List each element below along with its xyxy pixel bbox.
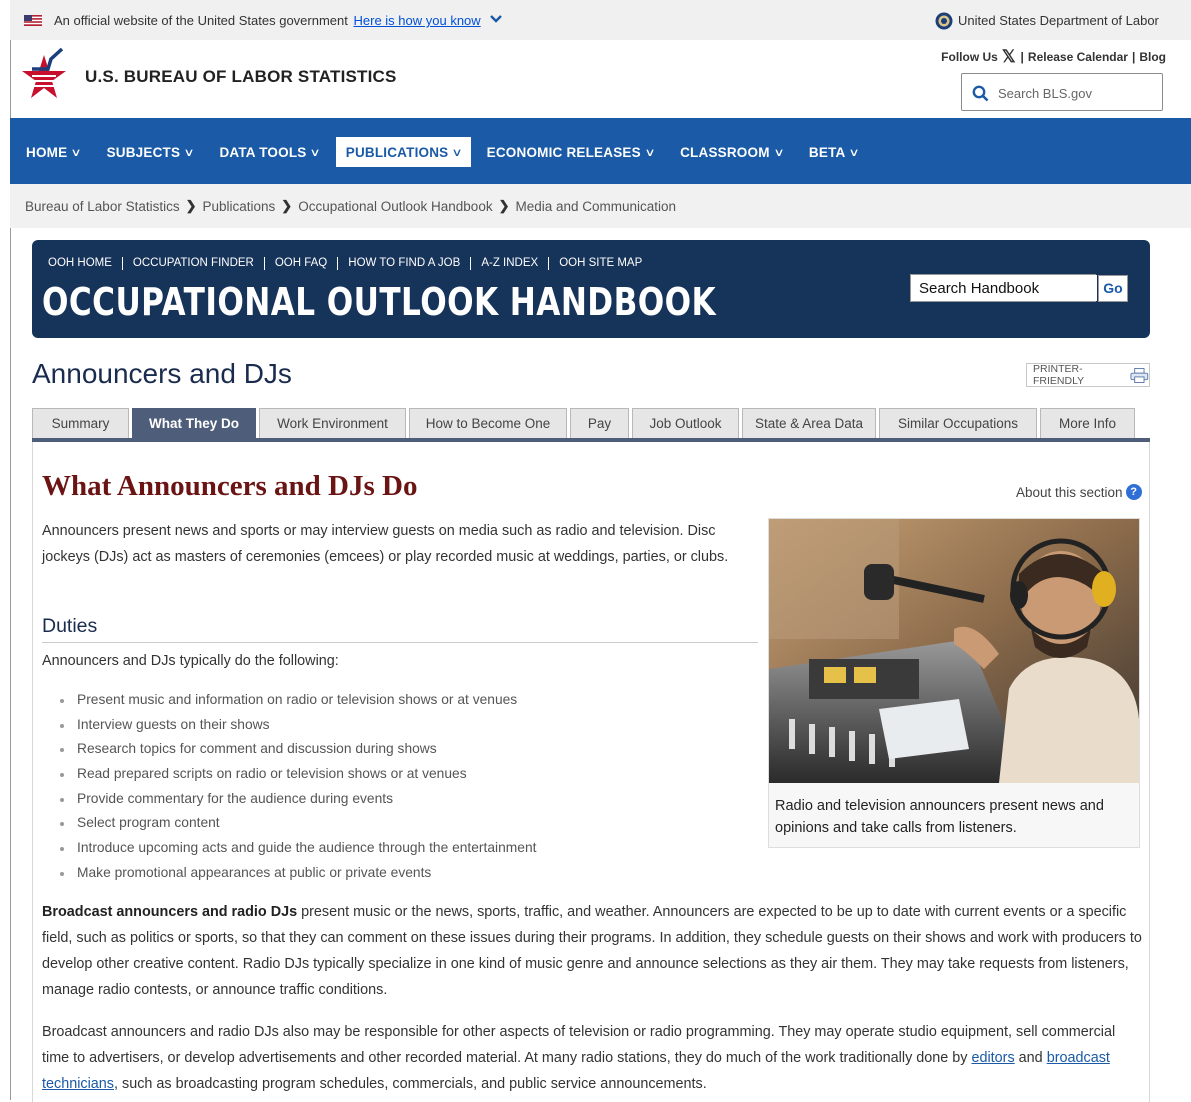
printer-friendly-button[interactable]: PRINTER-FRIENDLY xyxy=(1026,363,1150,387)
bold-term: Broadcast announcers and radio DJs xyxy=(42,904,298,920)
chevron-down-icon[interactable] xyxy=(490,14,502,24)
occupation-tabs: Summary What They Do Work Environment Ho… xyxy=(32,408,1150,442)
dol-seal-icon xyxy=(935,12,953,30)
duties-lead: Announcers and DJs typically do the foll… xyxy=(42,653,339,669)
list-item: Interview guests on their shows xyxy=(58,713,536,738)
list-item: Present music and information on radio o… xyxy=(58,688,536,713)
list-item: Make promotional appearances at public o… xyxy=(58,861,536,886)
list-item: Select program content xyxy=(58,811,536,836)
breadcrumb-separator-icon: ❯ xyxy=(281,198,293,213)
breadcrumb-item[interactable]: Bureau of Labor Statistics xyxy=(25,199,180,214)
tab-more-info[interactable]: More Info xyxy=(1040,408,1135,438)
printer-icon xyxy=(1130,367,1149,383)
ooh-home-link[interactable]: OOH HOME xyxy=(48,257,122,270)
follow-us-label: Follow Us xyxy=(941,50,998,64)
nav-classroom[interactable]: CLASSROOM ∨ xyxy=(664,137,793,167)
tab-job-outlook[interactable]: Job Outlook xyxy=(632,408,739,438)
chevron-down-icon: ∨ xyxy=(848,146,861,159)
breadcrumb-separator-icon: ❯ xyxy=(498,198,510,213)
nav-subjects[interactable]: SUBJECTS ∨ xyxy=(91,137,204,167)
gov-banner: An official website of the United States… xyxy=(10,0,1191,40)
handbook-search-input[interactable] xyxy=(911,275,1097,301)
body-paragraph-2: Broadcast announcers and radio DJs also … xyxy=(42,1024,1116,1092)
occupation-photo: Radio and television announcers present … xyxy=(768,518,1140,848)
separator: | xyxy=(1020,50,1024,64)
bls-search-input[interactable] xyxy=(996,81,1160,105)
announcer-photo-image xyxy=(769,519,1139,783)
ooh-links: OOH HOME OCCUPATION FINDER OOH FAQ HOW T… xyxy=(48,257,652,270)
photo-caption: Radio and television announcers present … xyxy=(775,798,1104,836)
nav-publications[interactable]: PUBLICATIONS ∨ xyxy=(335,137,471,167)
az-index-link[interactable]: A-Z INDEX xyxy=(470,257,548,270)
breadcrumb-item[interactable]: Media and Communication xyxy=(515,199,676,214)
blog-link[interactable]: Blog xyxy=(1139,50,1166,64)
chevron-down-icon: ∨ xyxy=(773,146,785,159)
handbook-search[interactable] xyxy=(910,274,1097,302)
breadcrumb-item[interactable]: Occupational Outlook Handbook xyxy=(298,199,492,214)
breadcrumb-separator-icon: ❯ xyxy=(185,198,197,213)
nav-home[interactable]: HOME ∨ xyxy=(10,137,91,167)
release-calendar-link[interactable]: Release Calendar xyxy=(1028,50,1128,64)
tab-summary[interactable]: Summary xyxy=(32,408,129,438)
tab-pay[interactable]: Pay xyxy=(570,408,629,438)
occupation-title: Announcers and DJs xyxy=(32,358,292,389)
nav-economic-releases[interactable]: ECONOMIC RELEASES ∨ xyxy=(471,137,664,167)
list-item: Research topics for comment and discussi… xyxy=(58,737,536,762)
bls-name[interactable]: U.S. BUREAU OF LABOR STATISTICS xyxy=(85,67,397,87)
dol-link[interactable]: United States Department of Labor xyxy=(958,13,1159,28)
intro-paragraph: Announcers present news and sports or ma… xyxy=(42,523,729,565)
how-to-find-job-link[interactable]: HOW TO FIND A JOB xyxy=(337,257,470,270)
tab-how-to-become-one[interactable]: How to Become One xyxy=(409,408,567,438)
chevron-down-icon: ∨ xyxy=(644,146,656,159)
tab-work-environment[interactable]: Work Environment xyxy=(259,408,406,438)
how-you-know-link[interactable]: Here is how you know xyxy=(354,13,481,28)
ooh-title[interactable]: OCCUPATIONAL OUTLOOK HANDBOOK xyxy=(42,280,716,324)
tab-state-area-data[interactable]: State & Area Data xyxy=(742,408,876,438)
occupation-finder-link[interactable]: OCCUPATION FINDER xyxy=(121,257,264,270)
chevron-down-icon: ∨ xyxy=(451,146,464,159)
chevron-down-icon: ∨ xyxy=(183,146,196,159)
breadcrumb: Bureau of Labor Statistics ❯ Publication… xyxy=(10,184,1191,228)
ooh-site-map-link[interactable]: OOH SITE MAP xyxy=(548,257,652,270)
separator: | xyxy=(1131,50,1136,64)
list-item: Provide commentary for the audience duri… xyxy=(58,787,536,812)
us-flag-icon xyxy=(24,15,42,26)
printer-friendly-label: PRINTER-FRIENDLY xyxy=(1033,363,1085,387)
body-paragraph-1: Broadcast announcers and radio DJs prese… xyxy=(42,904,1142,998)
chevron-down-icon: ∨ xyxy=(70,146,83,159)
chevron-down-icon: ∨ xyxy=(309,146,322,159)
main-nav: HOME ∨ SUBJECTS ∨ DATA TOOLS ∨ PUBLICATIONS… xyxy=(10,118,1191,184)
gov-banner-text: An official website of the United States… xyxy=(54,13,481,28)
bls-logo-icon xyxy=(22,47,66,98)
tab-similar-occupations[interactable]: Similar Occupations xyxy=(879,408,1037,438)
top-links: Follow Us 𝕏 | Release Calendar | Blog xyxy=(941,47,1166,67)
list-item: Read prepared scripts on radio or televi… xyxy=(58,762,536,787)
search-icon[interactable] xyxy=(972,85,989,102)
ooh-banner: OOH HOME OCCUPATION FINDER OOH FAQ HOW T… xyxy=(32,240,1150,338)
ooh-faq-link[interactable]: OOH FAQ xyxy=(263,257,337,270)
duties-heading: Duties xyxy=(42,615,758,643)
about-section-link[interactable]: About this section ? xyxy=(1016,484,1142,500)
nav-beta[interactable]: BETA ∨ xyxy=(793,137,869,167)
breadcrumb-item[interactable]: Publications xyxy=(203,199,276,214)
x-social-icon[interactable]: 𝕏 xyxy=(1002,47,1016,67)
bls-search[interactable] xyxy=(961,73,1163,111)
section-heading: What Announcers and DJs Do xyxy=(42,470,418,502)
help-icon[interactable]: ? xyxy=(1125,484,1142,500)
go-button[interactable]: Go xyxy=(1098,275,1128,302)
duties-list: Present music and information on radio o… xyxy=(58,688,536,886)
list-item: Introduce upcoming acts and guide the au… xyxy=(58,836,536,861)
tab-what-they-do[interactable]: What They Do xyxy=(132,408,256,438)
nav-data-tools[interactable]: DATA TOOLS ∨ xyxy=(203,137,329,167)
editors-link[interactable]: editors xyxy=(971,1050,1014,1066)
